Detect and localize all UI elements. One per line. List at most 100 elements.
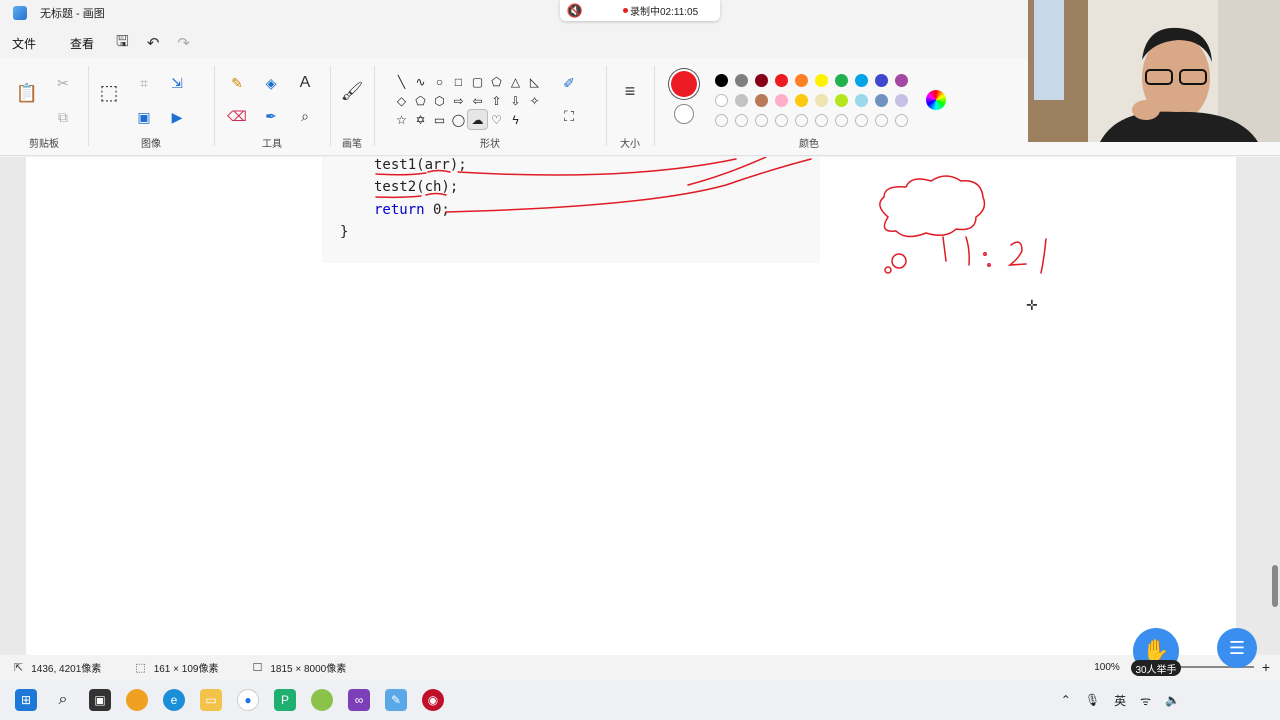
cloud-callout-shape-icon[interactable]: ☁ bbox=[467, 109, 488, 130]
custom-color-slot[interactable] bbox=[815, 114, 828, 127]
redo-icon[interactable]: ↷ bbox=[177, 34, 190, 52]
microphone-icon[interactable]: 🎙 bbox=[1085, 693, 1100, 707]
color-swatch[interactable] bbox=[775, 94, 788, 107]
start-icon[interactable]: ⊞ bbox=[15, 689, 37, 711]
color-swatch[interactable] bbox=[775, 74, 788, 87]
paste-icon[interactable]: 📋 bbox=[16, 82, 38, 104]
color-swatch[interactable] bbox=[795, 94, 808, 107]
custom-color-slot[interactable] bbox=[735, 114, 748, 127]
line-size-icon[interactable]: ≡ bbox=[619, 80, 641, 102]
paint-taskbar-icon[interactable]: ✎ bbox=[385, 689, 407, 711]
chevron-up-icon[interactable]: ⌃ bbox=[1061, 693, 1071, 707]
browser-icon[interactable]: ● bbox=[237, 689, 259, 711]
chat-button[interactable]: ☰ bbox=[1217, 628, 1257, 668]
outline-icon[interactable]: ✐ bbox=[558, 72, 580, 94]
ime-indicator[interactable]: 英 bbox=[1114, 692, 1126, 709]
msdn-icon[interactable]: ◉ bbox=[422, 689, 444, 711]
rect-callout-shape-icon[interactable]: ▭ bbox=[430, 110, 449, 129]
lightning-shape-icon[interactable]: ϟ bbox=[506, 110, 525, 129]
select-icon[interactable]: ⬚ bbox=[98, 81, 120, 104]
save-icon[interactable]: 🖫 bbox=[116, 31, 129, 56]
color-swatch[interactable] bbox=[895, 74, 908, 87]
image-edit-icon[interactable]: ▣ bbox=[133, 106, 155, 128]
color-swatch[interactable] bbox=[835, 74, 848, 87]
polygon-shape-icon[interactable]: ⬠ bbox=[487, 72, 506, 91]
color-swatch[interactable] bbox=[855, 74, 868, 87]
rectangle-shape-icon[interactable]: □ bbox=[449, 72, 468, 91]
fill-style-icon[interactable]: ⛶ bbox=[558, 105, 580, 127]
color-swatch[interactable] bbox=[895, 94, 908, 107]
down-arrow-shape-icon[interactable]: ⇩ bbox=[506, 91, 525, 110]
copy-icon[interactable]: ⧉ bbox=[52, 106, 74, 128]
fill-icon[interactable]: ◈ bbox=[260, 72, 282, 94]
custom-color-slot[interactable] bbox=[855, 114, 868, 127]
four-point-star-shape-icon[interactable]: ✧ bbox=[525, 91, 544, 110]
five-point-star-shape-icon[interactable]: ☆ bbox=[392, 110, 411, 129]
pentagon-shape-icon[interactable]: ⬠ bbox=[411, 91, 430, 110]
rotate-icon[interactable]: ▶ bbox=[166, 106, 188, 128]
color-swatch[interactable] bbox=[875, 74, 888, 87]
custom-color-slot[interactable] bbox=[895, 114, 908, 127]
color-swatch[interactable] bbox=[815, 94, 828, 107]
custom-color-slot[interactable] bbox=[835, 114, 848, 127]
eraser-icon[interactable]: ⌫ bbox=[226, 105, 248, 127]
color-swatch[interactable] bbox=[835, 94, 848, 107]
zoom-in-icon[interactable]: + bbox=[1262, 659, 1270, 675]
heart-shape-icon[interactable]: ♡ bbox=[487, 110, 506, 129]
rounded-rectangle-shape-icon[interactable]: ▢ bbox=[468, 72, 487, 91]
line-shape-icon[interactable]: ╲ bbox=[392, 72, 411, 91]
volume-icon[interactable]: 🔈 bbox=[1165, 693, 1180, 707]
custom-color-slot[interactable] bbox=[775, 114, 788, 127]
primary-color[interactable] bbox=[671, 71, 697, 97]
color-swatch[interactable] bbox=[875, 94, 888, 107]
color-swatch[interactable] bbox=[735, 74, 748, 87]
custom-color-slot[interactable] bbox=[715, 114, 728, 127]
cut-icon[interactable]: ✂ bbox=[52, 72, 74, 94]
menu-view[interactable]: 查看 bbox=[70, 35, 94, 52]
pdf-icon[interactable]: P bbox=[274, 689, 296, 711]
hexagon-shape-icon[interactable]: ⬡ bbox=[430, 91, 449, 110]
custom-color-slot[interactable] bbox=[755, 114, 768, 127]
edge-icon[interactable]: e bbox=[163, 689, 185, 711]
color-swatch[interactable] bbox=[715, 74, 728, 87]
color-swatch[interactable] bbox=[815, 74, 828, 87]
oval-callout-shape-icon[interactable]: ◯ bbox=[449, 110, 468, 129]
menu-file[interactable]: 文件 bbox=[12, 35, 36, 52]
recording-bar[interactable]: 🔇 录制中02:11:05 bbox=[560, 0, 720, 21]
app-icon-green[interactable] bbox=[311, 689, 333, 711]
color-swatch[interactable] bbox=[795, 74, 808, 87]
canvas-area[interactable]: test1(arr); test2(ch); return 0; } ✛ bbox=[0, 157, 1280, 655]
secondary-color[interactable] bbox=[674, 104, 694, 124]
diamond-shape-icon[interactable]: ◇ bbox=[392, 91, 411, 110]
undo-icon[interactable]: ↶ bbox=[147, 34, 160, 52]
curve-shape-icon[interactable]: ∿ bbox=[411, 72, 430, 91]
custom-color-slot[interactable] bbox=[795, 114, 808, 127]
color-swatch[interactable] bbox=[755, 94, 768, 107]
color-swatch[interactable] bbox=[855, 94, 868, 107]
drawing-canvas[interactable]: test1(arr); test2(ch); return 0; } ✛ bbox=[26, 157, 1236, 655]
vertical-scrollbar[interactable] bbox=[1272, 565, 1278, 607]
oval-shape-icon[interactable]: ○ bbox=[430, 72, 449, 91]
file-explorer-icon[interactable]: ▭ bbox=[200, 689, 222, 711]
right-triangle-shape-icon[interactable]: ◺ bbox=[525, 72, 544, 91]
visual-studio-icon[interactable]: ∞ bbox=[348, 689, 370, 711]
task-view-icon[interactable]: ▣ bbox=[89, 689, 111, 711]
edit-colors-icon[interactable] bbox=[926, 90, 946, 110]
pencil-icon[interactable]: ✎ bbox=[226, 72, 248, 94]
brush-icon[interactable]: 🖌 bbox=[341, 80, 364, 102]
right-arrow-shape-icon[interactable]: ⇨ bbox=[449, 91, 468, 110]
triangle-shape-icon[interactable]: △ bbox=[506, 72, 525, 91]
text-tool-icon[interactable]: A bbox=[294, 72, 316, 94]
color-swatch[interactable] bbox=[755, 74, 768, 87]
resize-icon[interactable]: ⇲ bbox=[166, 72, 188, 94]
six-point-star-shape-icon[interactable]: ✡ bbox=[411, 110, 430, 129]
left-arrow-shape-icon[interactable]: ⇦ bbox=[468, 91, 487, 110]
up-arrow-shape-icon[interactable]: ⇧ bbox=[487, 91, 506, 110]
custom-color-slot[interactable] bbox=[875, 114, 888, 127]
magnifier-icon[interactable]: ⌕ bbox=[294, 105, 316, 127]
crop-icon[interactable]: ⌗ bbox=[133, 72, 155, 94]
app-icon[interactable] bbox=[126, 689, 148, 711]
color-picker-icon[interactable]: ✒ bbox=[260, 105, 282, 127]
search-icon[interactable]: ⌕ bbox=[52, 689, 74, 711]
wifi-icon[interactable]: ᯤ bbox=[1140, 692, 1151, 709]
